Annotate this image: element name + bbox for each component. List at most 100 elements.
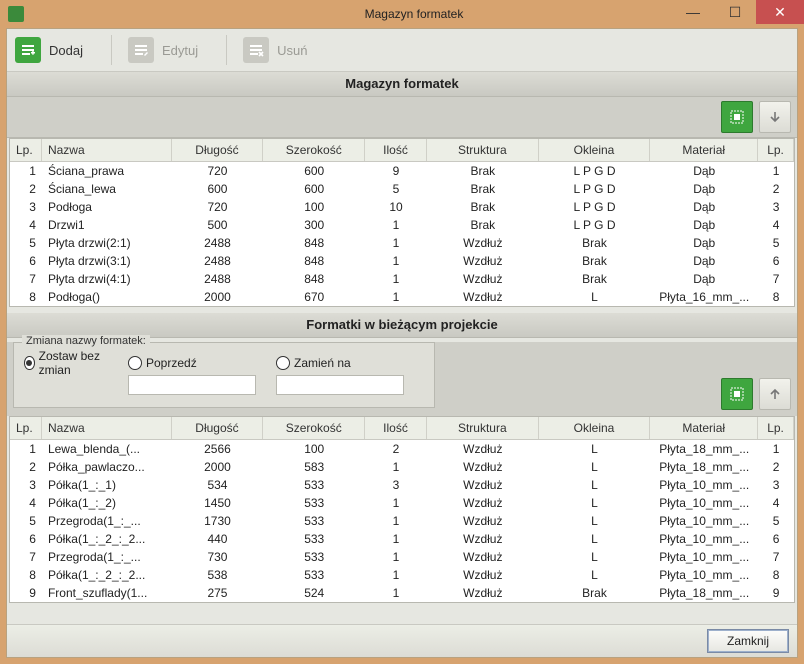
cell-qty: 2: [365, 442, 427, 456]
col-lp2[interactable]: Lp.: [758, 417, 794, 439]
cell-wid: 848: [263, 254, 365, 268]
cell-mat: Dąb: [650, 254, 758, 268]
delete-icon: [243, 37, 269, 63]
close-button[interactable]: ✕: [756, 0, 804, 24]
col-okl[interactable]: Okleina: [539, 139, 651, 161]
table-row[interactable]: 1Ściana_prawa7206009BrakL P G DDąb1: [10, 162, 794, 180]
table-row[interactable]: 6Półka(1_:_2_:_2...4405331WzdłużLPłyta_1…: [10, 530, 794, 548]
table-row[interactable]: 4Drzwi15003001BrakL P G DDąb4: [10, 216, 794, 234]
edit-button: Edytuj: [128, 32, 198, 68]
col-lp[interactable]: Lp.: [10, 417, 42, 439]
radio-replace[interactable]: Zamień na: [276, 355, 404, 395]
col-mat[interactable]: Materiał: [650, 417, 758, 439]
col-str[interactable]: Struktura: [427, 139, 539, 161]
table-row[interactable]: 4Półka(1_:_2)14505331WzdłużLPłyta_10_mm_…: [10, 494, 794, 512]
table2-body: 1Lewa_blenda_(...25661002WzdłużLPłyta_18…: [10, 440, 794, 602]
col-mat[interactable]: Materiał: [650, 139, 758, 161]
cell-str: Wzdłuż: [427, 568, 539, 582]
table-row[interactable]: 8Półka(1_:_2_:_2...5385331WzdłużLPłyta_1…: [10, 566, 794, 584]
col-len[interactable]: Długość: [172, 139, 264, 161]
cell-len: 275: [172, 586, 264, 600]
col-qty[interactable]: Ilość: [365, 139, 427, 161]
col-str[interactable]: Struktura: [427, 417, 539, 439]
cell-okl: L: [539, 550, 651, 564]
select-all-button-2[interactable]: [721, 378, 753, 410]
move-up-button[interactable]: [759, 378, 791, 410]
cell-lp: 8: [10, 290, 42, 304]
move-down-button[interactable]: [759, 101, 791, 133]
cell-name: Ściana_lewa: [42, 182, 172, 196]
cell-lp: 9: [10, 586, 42, 600]
cell-mat: Dąb: [650, 200, 758, 214]
cell-okl: Brak: [539, 236, 651, 250]
cell-okl: L P G D: [539, 164, 651, 178]
col-wid[interactable]: Szerokość: [263, 417, 365, 439]
col-wid[interactable]: Szerokość: [263, 139, 365, 161]
cell-qty: 1: [365, 532, 427, 546]
cell-name: Półka(1_:_1): [42, 478, 172, 492]
table-row[interactable]: 7Przegroda(1_:_...7305331WzdłużLPłyta_10…: [10, 548, 794, 566]
radio-prepend[interactable]: Poprzedź: [128, 355, 256, 395]
cell-name: Płyta drzwi(3:1): [42, 254, 172, 268]
cell-qty: 1: [365, 496, 427, 510]
close-dialog-button[interactable]: Zamknij: [707, 629, 789, 653]
table-row[interactable]: 8Podłoga()20006701WzdłużLPłyta_16_mm_...…: [10, 288, 794, 306]
radio-keep[interactable]: Zostaw bez zmian: [24, 355, 108, 395]
table-row[interactable]: 7Płyta drzwi(4:1)24888481WzdłużBrakDąb7: [10, 270, 794, 288]
cell-mat: Płyta_18_mm_...: [650, 460, 758, 474]
select-all-button[interactable]: [721, 101, 753, 133]
table-row[interactable]: 9Front_szuflady(1...2755241WzdłużBrakPły…: [10, 584, 794, 602]
radio-replace-dot: [276, 356, 290, 370]
cell-lp: 2: [10, 460, 42, 474]
cell-str: Wzdłuż: [427, 272, 539, 286]
cell-wid: 533: [263, 496, 365, 510]
table-row[interactable]: 2Ściana_lewa6006005BrakL P G DDąb2: [10, 180, 794, 198]
maximize-button[interactable]: ☐: [714, 0, 756, 24]
minimize-button[interactable]: —: [672, 0, 714, 24]
replace-input[interactable]: [276, 375, 404, 395]
table-row[interactable]: 6Płyta drzwi(3:1)24888481WzdłużBrakDąb6: [10, 252, 794, 270]
cell-okl: L: [539, 460, 651, 474]
cell-lp2: 1: [758, 164, 794, 178]
cell-wid: 848: [263, 236, 365, 250]
delete-button: Usuń: [243, 32, 307, 68]
cell-str: Wzdłuż: [427, 254, 539, 268]
table-row[interactable]: 2Półka_pawlaczo...20005831WzdłużLPłyta_1…: [10, 458, 794, 476]
table-row[interactable]: 1Lewa_blenda_(...25661002WzdłużLPłyta_18…: [10, 440, 794, 458]
cell-mat: Płyta_18_mm_...: [650, 586, 758, 600]
delete-label: Usuń: [277, 43, 307, 58]
cell-lp2: 8: [758, 290, 794, 304]
col-len[interactable]: Długość: [172, 417, 264, 439]
col-okl[interactable]: Okleina: [539, 417, 651, 439]
table-row[interactable]: 3Półka(1_:_1)5345333WzdłużLPłyta_10_mm_.…: [10, 476, 794, 494]
cell-mat: Płyta_10_mm_...: [650, 514, 758, 528]
cell-lp2: 9: [758, 586, 794, 600]
table-row[interactable]: 5Płyta drzwi(2:1)24888481WzdłużBrakDąb5: [10, 234, 794, 252]
table-row[interactable]: 5Przegroda(1_:_...17305331WzdłużLPłyta_1…: [10, 512, 794, 530]
cell-wid: 300: [263, 218, 365, 232]
col-lp[interactable]: Lp.: [10, 139, 42, 161]
cell-len: 440: [172, 532, 264, 546]
add-button[interactable]: Dodaj: [15, 32, 83, 68]
col-name[interactable]: Nazwa: [42, 139, 172, 161]
col-qty[interactable]: Ilość: [365, 417, 427, 439]
cell-lp2: 6: [758, 532, 794, 546]
cell-str: Wzdłuż: [427, 460, 539, 474]
cell-okl: Brak: [539, 272, 651, 286]
cell-wid: 533: [263, 478, 365, 492]
col-name[interactable]: Nazwa: [42, 417, 172, 439]
cell-str: Wzdłuż: [427, 550, 539, 564]
cell-wid: 583: [263, 460, 365, 474]
table-row[interactable]: 3Podłoga72010010BrakL P G DDąb3: [10, 198, 794, 216]
cell-lp: 8: [10, 568, 42, 582]
section1-actionbar: [7, 97, 797, 138]
cell-okl: L: [539, 442, 651, 456]
col-lp2[interactable]: Lp.: [758, 139, 794, 161]
cell-qty: 1: [365, 290, 427, 304]
cell-mat: Płyta_10_mm_...: [650, 532, 758, 546]
prepend-input[interactable]: [128, 375, 256, 395]
frame: Dodaj Edytuj Usuń Magazyn formatek: [6, 28, 798, 658]
cell-str: Wzdłuż: [427, 496, 539, 510]
cell-okl: Brak: [539, 254, 651, 268]
cell-wid: 100: [263, 200, 365, 214]
